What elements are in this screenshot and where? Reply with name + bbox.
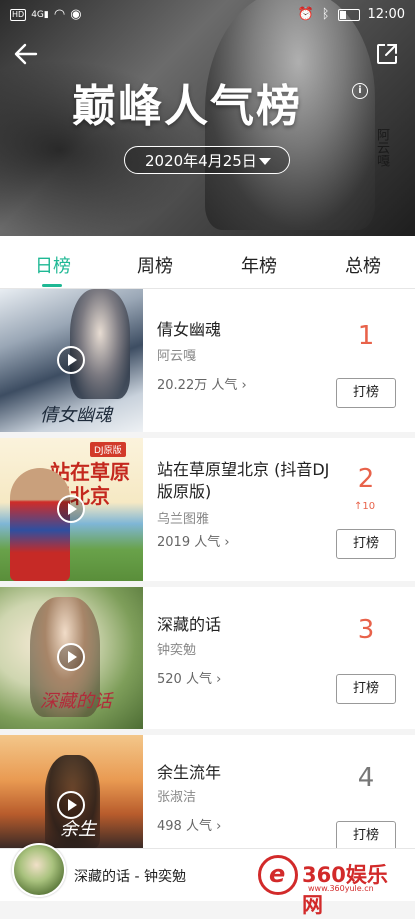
- watermark-url: www.360yule.cn: [308, 884, 374, 893]
- cover-caption: 深藏的话: [40, 691, 112, 712]
- song-row[interactable]: 深藏的话 深藏的话 钟奕勉 520 人气 › 3 打榜: [0, 587, 415, 729]
- active-tab-indicator: [42, 284, 62, 287]
- bluetooth-icon: ᛒ: [321, 7, 330, 22]
- song-row[interactable]: 倩女幽魂 倩女幽魂 阿云嘎 20.22万 人气 › 1 打榜: [0, 289, 415, 432]
- tab-yearly[interactable]: 年榜: [241, 252, 277, 278]
- status-bar: HD 4G▮ ◠ ◉ ⏰ ᛒ 12:00: [0, 0, 415, 30]
- rank-number: 3: [357, 615, 375, 645]
- song-artist[interactable]: 阿云嘎: [157, 345, 196, 364]
- wifi-icon: ◠: [53, 7, 66, 22]
- info-icon[interactable]: i: [352, 83, 368, 99]
- signal-icon: 4G▮: [31, 9, 49, 20]
- play-icon[interactable]: [57, 791, 85, 819]
- caret-down-icon: [259, 158, 271, 165]
- status-time: 12:00: [367, 7, 405, 22]
- popularity-link[interactable]: 498 人气 ›: [157, 815, 221, 834]
- cover-caption: 倩女幽魂: [40, 405, 112, 426]
- popularity-link[interactable]: 2019 人气 ›: [157, 531, 230, 550]
- popularity-link[interactable]: 520 人气 ›: [157, 668, 221, 687]
- rank-number: 1: [357, 321, 375, 351]
- song-title[interactable]: 余生流年: [157, 762, 337, 784]
- page-title: 巅峰人气榜: [72, 81, 302, 132]
- tab-weekly[interactable]: 周榜: [137, 252, 173, 278]
- cover-badge: DJ原版: [90, 442, 126, 457]
- vote-button[interactable]: 打榜: [336, 821, 396, 851]
- watermark: e 360娱乐网 www.360yule.cn: [258, 855, 408, 917]
- vpn-icon: ◉: [70, 7, 82, 22]
- play-icon[interactable]: [57, 346, 85, 374]
- cover-caption: 余生: [60, 819, 96, 840]
- tab-daily[interactable]: 日榜: [35, 252, 71, 278]
- mini-player[interactable]: 深藏的话 - 钟奕勉 e 360娱乐网 www.360yule.cn: [0, 843, 415, 917]
- header-banner: 阿云嘎 HD 4G▮ ◠ ◉ ⏰ ᛒ 12:00 巅峰人气榜 i 2020年4月…: [0, 0, 415, 236]
- share-icon[interactable]: [375, 42, 399, 66]
- song-title[interactable]: 深藏的话: [157, 614, 337, 636]
- play-icon[interactable]: [57, 643, 85, 671]
- song-title[interactable]: 倩女幽魂: [157, 319, 337, 341]
- song-cover[interactable]: 余生: [0, 735, 143, 848]
- play-icon[interactable]: [57, 495, 85, 523]
- song-cover[interactable]: 倩女幽魂: [0, 289, 143, 432]
- now-playing-title[interactable]: 深藏的话 - 钟奕勉: [74, 866, 186, 886]
- now-playing-cover[interactable]: [12, 843, 66, 897]
- song-artist[interactable]: 张淑洁: [157, 786, 196, 805]
- cover-figure: [10, 468, 70, 581]
- ranking-tabs: 日榜 周榜 年榜 总榜: [0, 236, 415, 289]
- popularity-link[interactable]: 20.22万 人气 ›: [157, 374, 247, 393]
- vote-button[interactable]: 打榜: [336, 674, 396, 704]
- rank-number: 4: [357, 763, 375, 793]
- song-artist[interactable]: 钟奕勉: [157, 639, 196, 658]
- back-arrow-icon[interactable]: [12, 40, 40, 68]
- song-title[interactable]: 站在草原望北京 (抖音DJ版原版): [157, 459, 337, 503]
- song-row[interactable]: DJ原版 站在草原望北京 站在草原望北京 (抖音DJ版原版) 乌兰图雅 2019…: [0, 438, 415, 581]
- watermark-logo-icon: e: [258, 855, 298, 895]
- date-selector[interactable]: 2020年4月25日: [124, 146, 290, 174]
- vote-button[interactable]: 打榜: [336, 378, 396, 408]
- network-badge: HD: [10, 8, 27, 21]
- song-cover[interactable]: 深藏的话: [0, 587, 143, 729]
- tab-all-time[interactable]: 总榜: [345, 252, 381, 278]
- alarm-icon: ⏰: [297, 7, 314, 22]
- vote-button[interactable]: 打榜: [336, 529, 396, 559]
- banner-seal-text: 阿云嘎: [374, 128, 389, 167]
- rank-number: 2: [357, 464, 375, 494]
- date-label: 2020年4月25日: [145, 152, 257, 170]
- song-cover[interactable]: DJ原版 站在草原望北京: [0, 438, 143, 581]
- battery-icon: [337, 8, 360, 21]
- song-row[interactable]: 余生 余生流年 张淑洁 498 人气 › 4 打榜: [0, 735, 415, 851]
- rank-change: ↑10: [354, 501, 376, 512]
- song-artist[interactable]: 乌兰图雅: [157, 508, 209, 527]
- cover-figure: [70, 289, 130, 399]
